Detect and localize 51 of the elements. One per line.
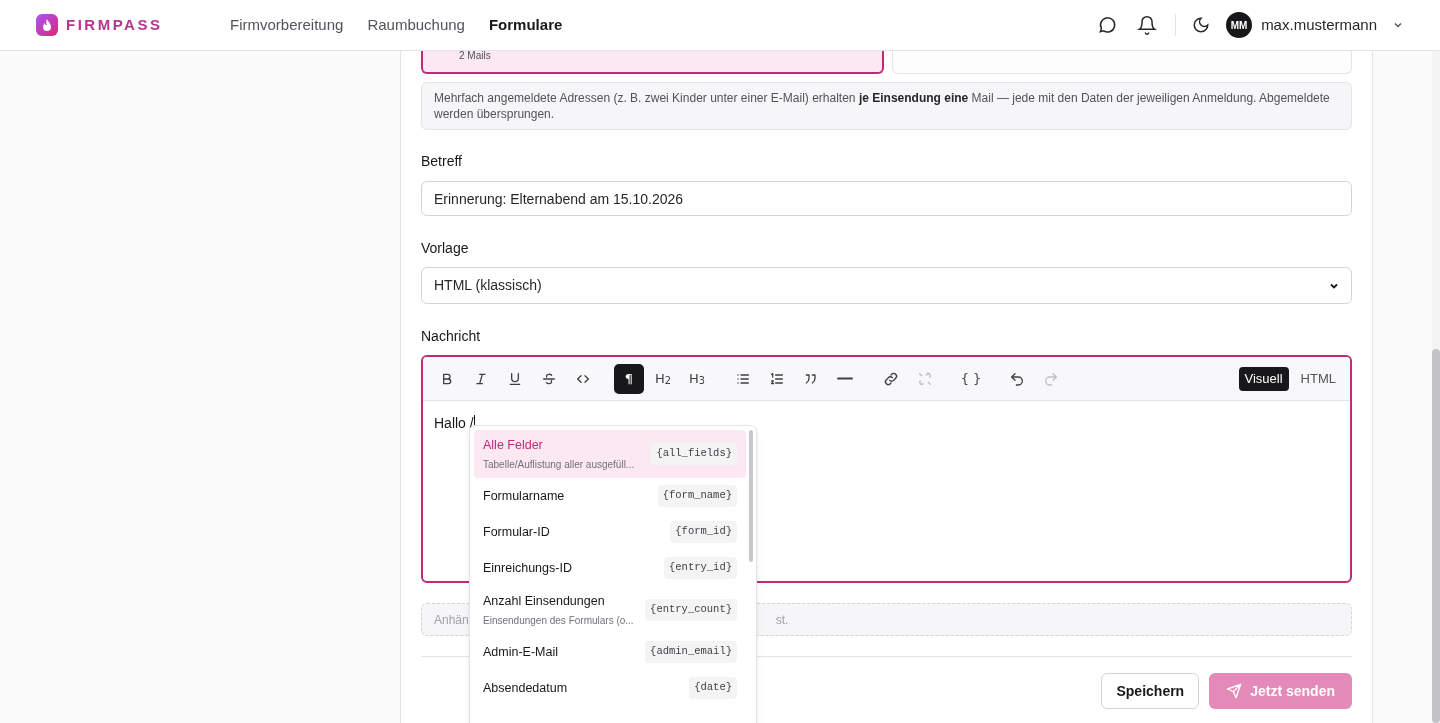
placeholder-token: {all_fields} bbox=[651, 443, 737, 465]
brand-name: FIRMPASS bbox=[66, 14, 163, 35]
notification-bell-icon[interactable] bbox=[1137, 15, 1158, 35]
info-note: Mehrfach angemeldete Adressen (z. B. zwei Kinder unter einer E-Mail) erhalten je Einsendung eine Mail — jede mit den Daten der jeweiligen Anmeldung. Abgemeldete werden übersprungen. bbox=[434, 90, 1331, 122]
send-icon bbox=[1226, 683, 1243, 699]
message-label: Nachricht bbox=[421, 327, 482, 346]
suggestion-item[interactable]: Absendedatum {date} bbox=[474, 670, 746, 706]
suggestion-item[interactable]: Alle Felder Tabelle/Auflistung aller ausgefüll... {all_fields} bbox=[474, 430, 746, 478]
user-avatar: MM bbox=[1226, 12, 1253, 38]
suggestion-title: Formular-ID bbox=[483, 523, 550, 541]
placeholder-token: {entry_count} bbox=[645, 599, 737, 621]
format-button[interactable]: H$_{2}$ bbox=[648, 363, 678, 394]
subject-label: Betreff bbox=[421, 152, 463, 171]
nav-link[interactable]: Firmvorbereitung bbox=[230, 13, 344, 37]
suggestion-title: Admin-E-Mail bbox=[483, 643, 558, 661]
chat-icon[interactable] bbox=[1097, 15, 1118, 35]
message-text: Hallo / bbox=[434, 414, 474, 433]
nav-link[interactable]: Raumbuchung bbox=[367, 13, 465, 37]
placeholder-token: {form_id} bbox=[670, 521, 737, 543]
format-button[interactable]: H$_{3}$ bbox=[682, 363, 712, 394]
suggestion-item[interactable]: Formularname {form_name} bbox=[474, 478, 746, 514]
user-menu[interactable]: MM max.mustermann bbox=[1226, 12, 1404, 38]
mail-count: 2 Mails bbox=[459, 51, 491, 61]
suggestion-item[interactable]: Formular-ID {form_id} bbox=[474, 514, 746, 550]
placeholder-token: {admin_email} bbox=[645, 641, 737, 663]
placeholder-token: {entry_id} bbox=[664, 557, 737, 579]
suggestion-description: Einsendungen des Formulars (o... bbox=[483, 614, 634, 629]
attachment-hint: Anhän bbox=[434, 611, 469, 629]
suggestion-title: Absendedatum bbox=[483, 679, 568, 697]
save-button[interactable]: Speichern bbox=[1101, 673, 1200, 709]
moon-icon[interactable] bbox=[1192, 16, 1211, 34]
recipient-card[interactable]: 2 Mails bbox=[421, 51, 884, 74]
suggestion-item[interactable]: Admin-E-Mail {admin_email} bbox=[474, 634, 746, 670]
template-label: Vorlage bbox=[421, 239, 470, 258]
mode-tab[interactable]: Visuell bbox=[1238, 366, 1289, 391]
format-button[interactable]: { } bbox=[956, 363, 986, 394]
placeholder-token: {form_name} bbox=[657, 485, 737, 507]
suggestion-description: Tabelle/Auflistung aller ausgefüll... bbox=[483, 458, 635, 473]
subject-field[interactable]: Erinnerung: Elternabend am 15.10.2026 bbox=[421, 181, 1352, 216]
mode-tab[interactable]: HTML bbox=[1294, 366, 1342, 391]
suggestion-item[interactable]: Einreichungs-ID {entry_id} bbox=[474, 550, 746, 586]
scrollbar[interactable] bbox=[1432, 51, 1440, 723]
nav-link[interactable]: Formulare bbox=[488, 13, 563, 37]
suggestion-title: Formularname bbox=[483, 487, 565, 505]
attachment-hint: st. bbox=[775, 611, 789, 629]
logo-icon bbox=[36, 14, 58, 36]
placeholder-token: {date} bbox=[689, 677, 737, 699]
suggestion-title: Einreichungs-ID bbox=[483, 559, 572, 577]
suggestion-title: Alle Felder bbox=[483, 436, 544, 454]
template-select[interactable]: HTML (klassisch) bbox=[421, 267, 1352, 304]
format-button[interactable]: ¶ bbox=[614, 363, 644, 394]
